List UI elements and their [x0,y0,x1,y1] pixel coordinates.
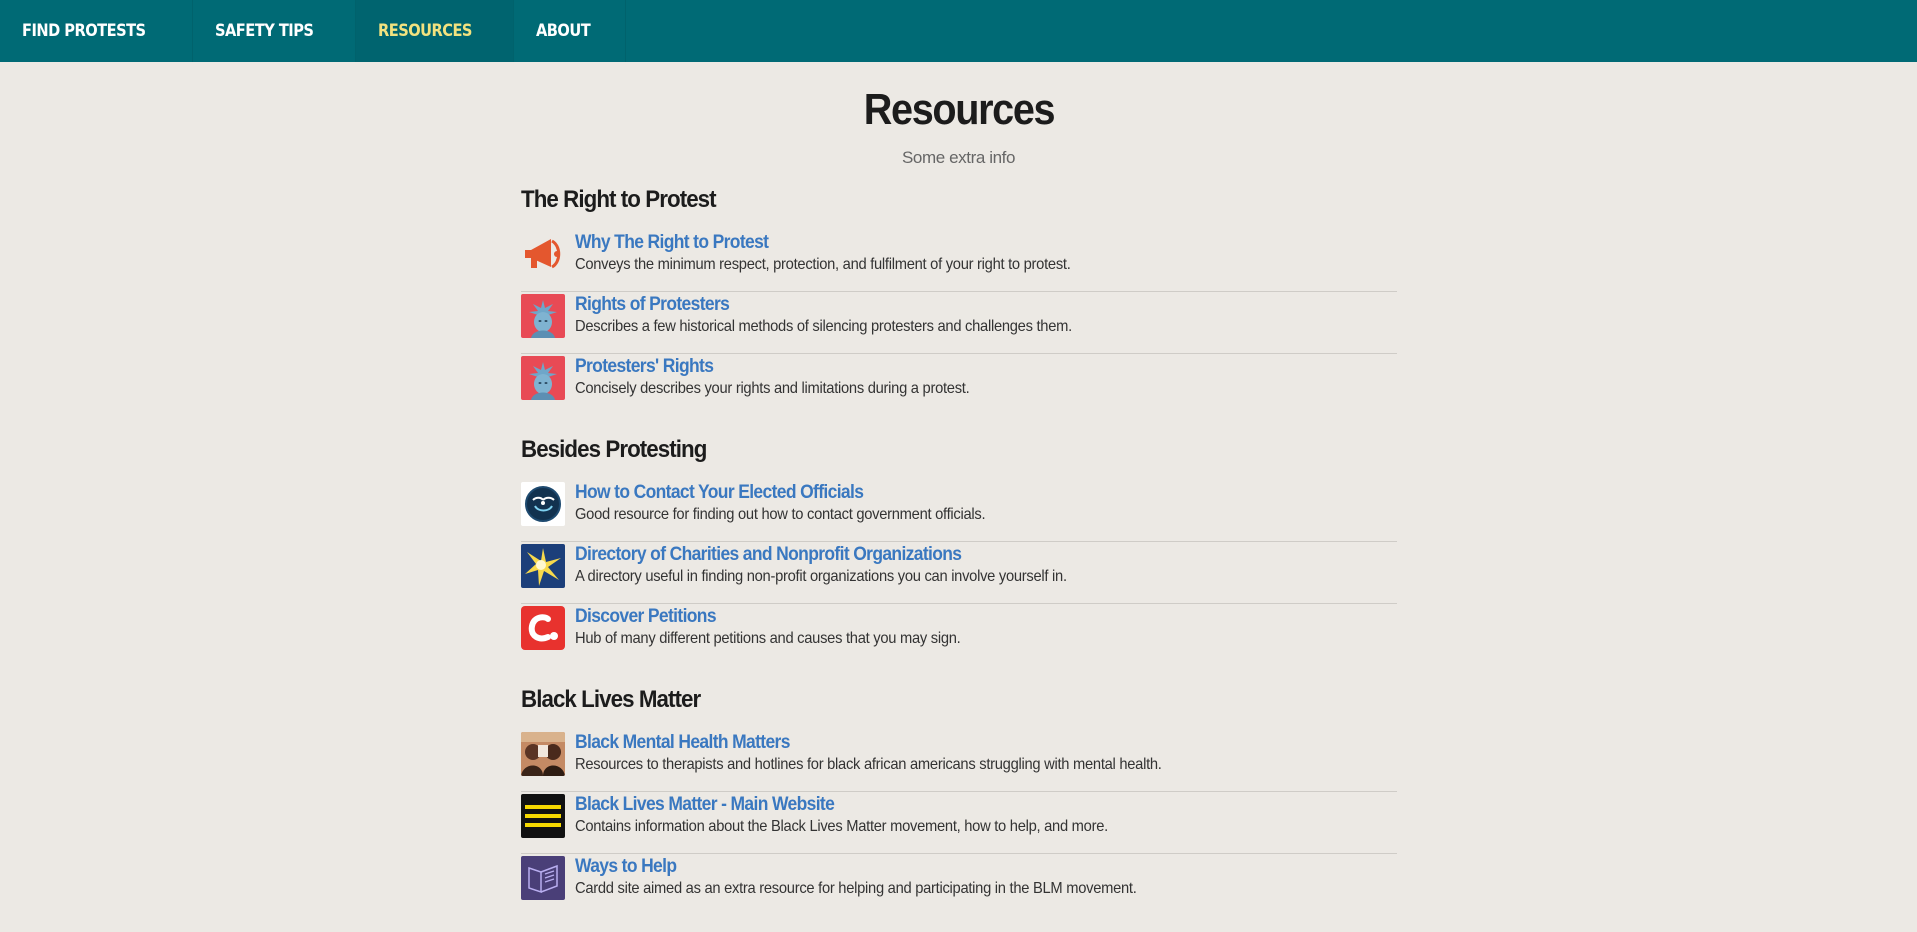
resource-description: A directory useful in finding non-profit… [574,568,1067,586]
nav-resources[interactable]: RESOURCES [356,0,515,62]
nav-about[interactable]: ABOUT [514,0,627,62]
resource-list-black-lives-matter: Black Mental Health Matters Resources to… [520,730,1397,916]
list-item: Protesters' Rights Concisely describes y… [520,354,1397,416]
nav-safety-tips[interactable]: SAFETY TIPS [193,0,357,62]
resource-link[interactable]: Ways to Help [575,856,1137,878]
resource-link[interactable]: Black Lives Matter - Main Website [575,794,1108,816]
statue-of-liberty-icon [520,294,565,339]
resource-link[interactable]: How to Contact Your Elected Officials [575,482,985,504]
change-org-logo-icon [520,606,565,651]
list-item: Black Mental Health Matters Resources to… [520,730,1397,793]
resource-list-besides-protesting: How to Contact Your Elected Officials Go… [520,480,1397,666]
list-item: Black Lives Matter - Main Website Contai… [520,792,1397,855]
statue-of-liberty-icon [520,356,565,401]
resource-description: Conveys the minimum respect, protection,… [574,256,1071,274]
usagov-logo-icon [520,482,565,527]
resource-description: Describes a few historical methods of si… [574,318,1072,336]
list-item: Ways to Help Cardd site aimed as an extr… [520,854,1397,916]
resource-list-right-to-protest: Why The Right to Protest Conveys the min… [520,230,1397,416]
star-burst-icon [520,544,565,589]
people-photo-icon [520,732,565,777]
resource-link[interactable]: Directory of Charities and Nonprofit Org… [575,544,1067,566]
page-subtitle: Some extra info [901,148,1016,168]
section-title-right-to-protest: The Right to Protest [520,186,717,214]
list-item: Why The Right to Protest Conveys the min… [520,230,1397,293]
section-title-besides-protesting: Besides Protesting [520,436,707,464]
main-content: Resources Some extra info The Right to P… [520,62,1397,916]
resource-link[interactable]: Black Mental Health Matters [575,732,1162,754]
list-item: Directory of Charities and Nonprofit Org… [520,542,1397,605]
nav-find-protests-label: FIND PROTESTS [22,21,146,41]
resource-description: Concisely describes your rights and limi… [574,380,970,398]
open-book-icon [520,856,565,901]
page-title: Resources [863,85,1055,134]
resource-description: Contains information about the Black Liv… [574,818,1108,836]
resource-description: Hub of many different petitions and caus… [574,630,961,648]
nav-resources-label: RESOURCES [378,21,473,41]
resource-link[interactable]: Why The Right to Protest [575,232,1071,254]
resource-link[interactable]: Protesters' Rights [575,356,969,378]
resource-description: Cardd site aimed as an extra resource fo… [574,880,1137,898]
resource-link[interactable]: Rights of Protesters [575,294,1072,316]
list-item: Rights of Protesters Describes a few his… [520,292,1397,355]
list-item: How to Contact Your Elected Officials Go… [520,480,1397,543]
list-item: Discover Petitions Hub of many different… [520,604,1397,666]
top-navbar: FIND PROTESTS SAFETY TIPS RESOURCES ABOU… [0,0,1917,62]
megaphone-icon [520,232,565,277]
section-title-black-lives-matter: Black Lives Matter [520,686,701,714]
resource-description: Good resource for finding out how to con… [574,506,986,524]
resource-description: Resources to therapists and hotlines for… [574,756,1162,774]
nav-find-protests[interactable]: FIND PROTESTS [0,0,193,62]
menu-lines-icon [520,794,565,839]
nav-about-label: ABOUT [536,21,591,41]
nav-safety-tips-label: SAFETY TIPS [214,21,314,41]
resource-link[interactable]: Discover Petitions [575,606,960,628]
